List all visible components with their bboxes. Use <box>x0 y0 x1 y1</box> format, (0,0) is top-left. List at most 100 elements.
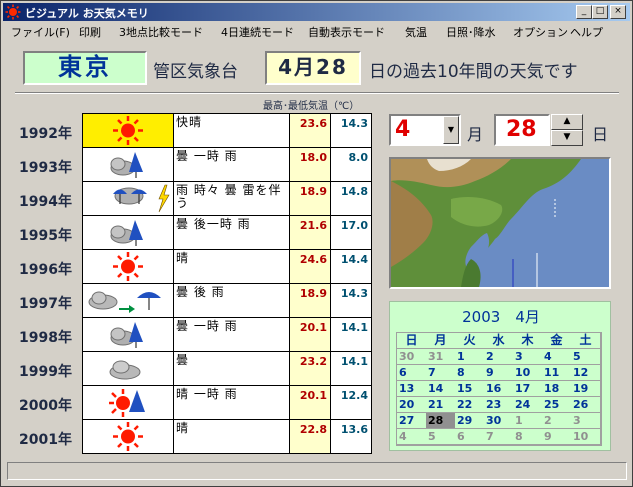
calendar-day[interactable]: 6 <box>397 365 426 380</box>
max-temperature: 20.1 <box>290 386 330 419</box>
table-row[interactable]: 曇 後 雨 18.9 14.3 <box>83 284 371 317</box>
maximize-button[interactable]: □ <box>592 5 608 19</box>
menu-file[interactable]: ファイル(F) <box>11 24 70 40</box>
calendar-day-selected[interactable]: 28 <box>426 413 455 428</box>
calendar-day[interactable]: 16 <box>484 381 513 396</box>
max-temperature: 18.9 <box>290 182 330 215</box>
calendar-day[interactable]: 2 <box>484 349 513 364</box>
max-temperature: 20.1 <box>290 318 330 351</box>
weather-description: 晴 一時 雨 <box>174 386 289 419</box>
city-name: 東京 <box>23 51 147 85</box>
cloud-rain-icon <box>110 322 143 348</box>
calendar-day[interactable]: 13 <box>397 381 426 396</box>
menu-sunshine-precip[interactable]: 日照･降水 <box>446 24 496 40</box>
table-row[interactable]: 曇 一時 雨 20.1 14.1 <box>83 318 371 351</box>
calendar-day[interactable]: 19 <box>571 381 600 396</box>
calendar-day[interactable]: 1 <box>513 413 542 428</box>
menu-help[interactable]: ヘルプ <box>570 24 603 40</box>
calendar-day[interactable]: 23 <box>484 397 513 412</box>
calendar-day[interactable]: 5 <box>571 349 600 364</box>
calendar-day[interactable]: 25 <box>542 397 571 412</box>
calendar-day[interactable]: 1 <box>455 349 484 364</box>
menu-bar: ファイル(F) 印刷 3地点比較モード 4日連続モード 自動表示モード 気温 日… <box>3 22 630 41</box>
calendar-day[interactable]: 3 <box>571 413 600 428</box>
calendar-day[interactable]: 30 <box>484 413 513 428</box>
calendar-day[interactable]: 8 <box>513 429 542 444</box>
calendar-day[interactable]: 10 <box>513 365 542 380</box>
close-button[interactable]: × <box>610 5 626 19</box>
region-map[interactable] <box>389 157 611 289</box>
calendar-day[interactable]: 9 <box>542 429 571 444</box>
calendar-day[interactable]: 10 <box>571 429 600 444</box>
calendar-day[interactable]: 4 <box>542 349 571 364</box>
weather-description: 曇 後一時 雨 <box>174 216 289 249</box>
calendar-day[interactable]: 29 <box>455 413 484 428</box>
max-temperature: 23.6 <box>290 114 330 147</box>
title-bar[interactable]: ビジュアル お天気メモリ _ □ × <box>3 3 630 21</box>
sun-icon <box>113 252 143 281</box>
menu-temperature[interactable]: 気温 <box>405 24 427 40</box>
table-row[interactable]: 快晴 23.6 14.3 <box>83 114 371 147</box>
day-up-button[interactable]: ▲ <box>551 114 583 130</box>
table-row[interactable]: 晴 24.6 14.4 <box>83 250 371 283</box>
calendar-day[interactable]: 30 <box>397 349 426 364</box>
month-calendar: 2003 4月 日 月 火 水 木 金 土 30 31 1 2 3 4 5 6 … <box>389 301 611 451</box>
calendar-day[interactable]: 20 <box>397 397 426 412</box>
menu-print[interactable]: 印刷 <box>79 24 101 40</box>
calendar-day[interactable]: 2 <box>542 413 571 428</box>
table-row[interactable]: 曇 一時 雨 18.0 8.0 <box>83 148 371 181</box>
weather-icon-cell <box>83 352 173 385</box>
table-row[interactable]: 雨 時々 曇 雷を伴う 18.9 14.8 <box>83 182 371 215</box>
day-down-button[interactable]: ▼ <box>551 130 583 146</box>
year-label: 2001年 <box>19 432 72 448</box>
calendar-day[interactable]: 12 <box>571 365 600 380</box>
calendar-day[interactable]: 14 <box>426 381 455 396</box>
day-label: 日 <box>592 125 609 144</box>
year-label: 1993年 <box>19 160 72 176</box>
table-row[interactable]: 曇 23.2 14.1 <box>83 352 371 385</box>
weather-description: 晴 <box>174 250 289 283</box>
office-label: 管区気象台 <box>153 62 238 82</box>
month-value: 4 <box>395 117 411 142</box>
calendar-day[interactable]: 7 <box>484 429 513 444</box>
calendar-day[interactable]: 5 <box>426 429 455 444</box>
weather-icon-cell <box>83 148 173 181</box>
calendar-day[interactable]: 3 <box>513 349 542 364</box>
table-row[interactable]: 曇 後一時 雨 21.6 17.0 <box>83 216 371 249</box>
table-row[interactable]: 晴 一時 雨 20.1 12.4 <box>83 386 371 419</box>
weather-description: 雨 時々 曇 雷を伴う <box>174 182 289 215</box>
calendar-day[interactable]: 18 <box>542 381 571 396</box>
chevron-down-icon[interactable]: ▼ <box>443 116 459 144</box>
calendar-day[interactable]: 21 <box>426 397 455 412</box>
calendar-day[interactable]: 27 <box>397 413 426 428</box>
calendar-day[interactable]: 8 <box>455 365 484 380</box>
day-input[interactable]: 28 <box>494 114 550 146</box>
cloud-rain-icon <box>110 152 143 178</box>
calendar-day[interactable]: 7 <box>426 365 455 380</box>
table-row[interactable]: 晴 22.8 13.6 <box>83 420 371 453</box>
min-temperature: 14.3 <box>331 284 371 317</box>
calendar-day[interactable]: 4 <box>397 429 426 444</box>
year-label: 2000年 <box>19 398 72 414</box>
calendar-weekday: 日 <box>397 333 426 348</box>
menu-auto-display[interactable]: 自動表示モード <box>308 24 385 40</box>
calendar-day[interactable]: 15 <box>455 381 484 396</box>
calendar-day[interactable]: 17 <box>513 381 542 396</box>
year-label: 1992年 <box>19 126 72 142</box>
minimize-button[interactable]: _ <box>576 5 592 19</box>
cloud-to-rain-icon <box>88 291 161 313</box>
weather-description: 晴 <box>174 420 289 453</box>
calendar-day[interactable]: 11 <box>542 365 571 380</box>
menu-3-point-compare[interactable]: 3地点比較モード <box>119 24 203 40</box>
calendar-day[interactable]: 6 <box>455 429 484 444</box>
month-select[interactable]: 4 ▼ <box>389 114 461 146</box>
menu-4-day-mode[interactable]: 4日連続モード <box>221 24 294 40</box>
calendar-day[interactable]: 24 <box>513 397 542 412</box>
temperature-caption: 最高･最低気温（℃） <box>263 101 360 112</box>
calendar-day[interactable]: 31 <box>426 349 455 364</box>
calendar-day[interactable]: 22 <box>455 397 484 412</box>
calendar-day[interactable]: 9 <box>484 365 513 380</box>
weather-history-table: 快晴 23.6 14.3 曇 一時 雨 18.0 8.0 雨 時々 曇 雷を伴う… <box>82 113 372 454</box>
menu-options[interactable]: オプション <box>513 24 568 40</box>
calendar-day[interactable]: 26 <box>571 397 600 412</box>
